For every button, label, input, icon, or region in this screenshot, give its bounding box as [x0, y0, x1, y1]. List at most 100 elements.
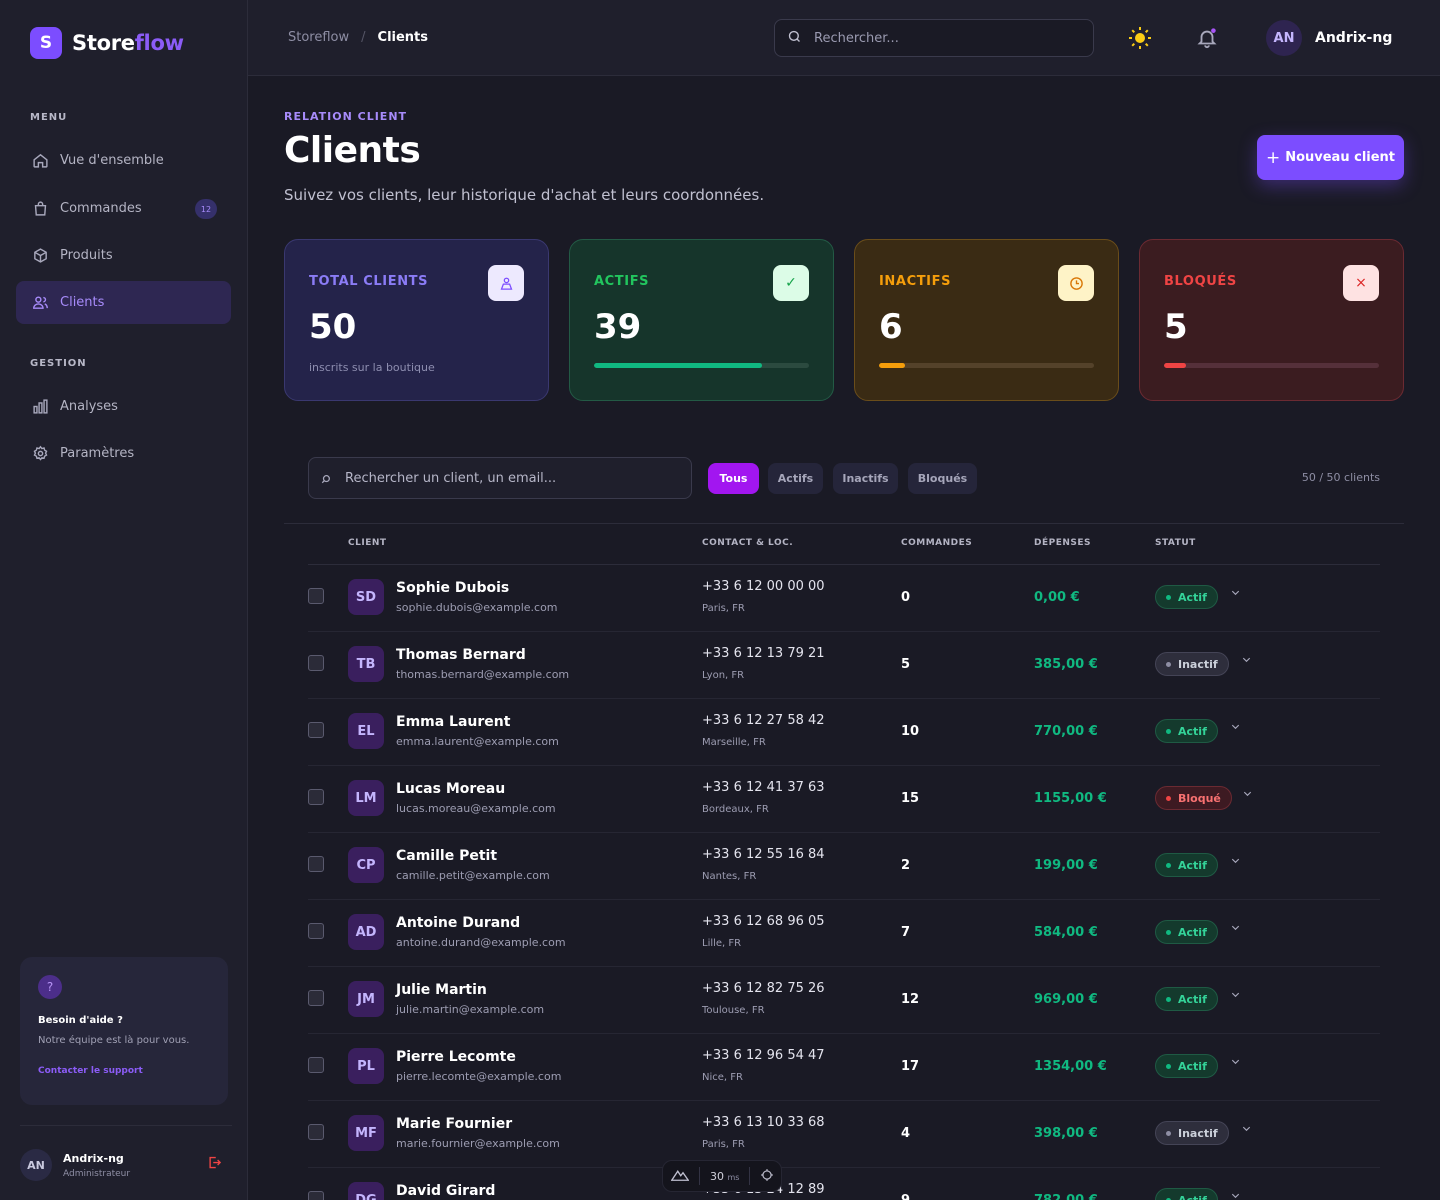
- chevron-down-icon[interactable]: [1230, 855, 1241, 869]
- status-badge[interactable]: Inactif: [1155, 652, 1229, 676]
- chevron-down-icon[interactable]: [1230, 989, 1241, 1003]
- status-label: Actif: [1178, 590, 1207, 604]
- client-name[interactable]: David Girard: [396, 1183, 495, 1199]
- breadcrumb-parent[interactable]: Storeflow: [288, 30, 349, 45]
- column-header-orders[interactable]: COMMANDES: [901, 538, 972, 548]
- row-checkbox[interactable]: [308, 655, 324, 671]
- row-checkbox[interactable]: [308, 990, 324, 1006]
- table-row[interactable]: SD Sophie Dubois sophie.dubois@example.c…: [284, 565, 1404, 632]
- progress-bar: [594, 363, 809, 368]
- row-checkbox[interactable]: [308, 1057, 324, 1073]
- user-menu[interactable]: AN Andrix-ng: [1266, 20, 1392, 56]
- status-badge[interactable]: Actif: [1155, 853, 1218, 877]
- chevron-down-icon[interactable]: [1230, 1056, 1241, 1070]
- client-name[interactable]: Marie Fournier: [396, 1116, 512, 1132]
- sidebar-item-settings[interactable]: Paramètres: [16, 432, 231, 475]
- filter-active[interactable]: Actifs: [768, 463, 823, 494]
- status-badge[interactable]: Actif: [1155, 1054, 1218, 1078]
- status-label: Actif: [1178, 1059, 1207, 1073]
- new-client-label: Nouveau client: [1285, 150, 1396, 165]
- client-name[interactable]: Pierre Lecomte: [396, 1049, 516, 1065]
- client-orders: 17: [901, 1059, 920, 1074]
- column-header-client[interactable]: CLIENT: [348, 538, 387, 548]
- filter-blocked[interactable]: Bloqués: [908, 463, 977, 494]
- row-checkbox[interactable]: [308, 923, 324, 939]
- client-phone: +33 6 12 00 00 00: [702, 579, 825, 594]
- status-badge[interactable]: Actif: [1155, 987, 1218, 1011]
- client-spent: 969,00 €: [1034, 992, 1098, 1007]
- client-name[interactable]: Camille Petit: [396, 848, 497, 864]
- row-checkbox[interactable]: [308, 856, 324, 872]
- client-name[interactable]: Sophie Dubois: [396, 580, 509, 596]
- client-city: Nantes, FR: [702, 871, 757, 882]
- chevron-down-icon[interactable]: [1230, 1190, 1241, 1200]
- chevron-down-icon[interactable]: [1230, 721, 1241, 735]
- column-header-spent[interactable]: DÉPENSES: [1034, 538, 1091, 548]
- status-badge[interactable]: Actif: [1155, 719, 1218, 743]
- table-row[interactable]: JM Julie Martin julie.martin@example.com…: [284, 967, 1404, 1034]
- client-name[interactable]: Julie Martin: [396, 982, 487, 998]
- sidebar-item-overview[interactable]: Vue d'ensemble: [16, 139, 231, 182]
- bell-icon[interactable]: [1194, 25, 1220, 51]
- status-label: Inactif: [1178, 1126, 1218, 1140]
- search-icon: [321, 469, 331, 488]
- client-name[interactable]: Emma Laurent: [396, 714, 510, 730]
- chevron-down-icon[interactable]: [1230, 922, 1241, 936]
- status-dot: [1166, 728, 1171, 734]
- avatar: AN: [1266, 20, 1302, 56]
- status-badge[interactable]: Bloqué: [1155, 786, 1232, 810]
- status-badge[interactable]: Inactif: [1155, 1121, 1229, 1145]
- contact-support-link[interactable]: Contacter le support: [38, 1066, 210, 1076]
- column-header-contact[interactable]: CONTACT & LOC.: [702, 538, 793, 548]
- search-input[interactable]: [814, 30, 1074, 46]
- status-dot: [1166, 1130, 1171, 1136]
- client-city: Marseille, FR: [702, 737, 766, 748]
- table-row[interactable]: AD Antoine Durand antoine.durand@example…: [284, 900, 1404, 967]
- row-checkbox[interactable]: [308, 588, 324, 604]
- row-checkbox[interactable]: [308, 789, 324, 805]
- client-phone: +33 6 12 27 58 42: [702, 713, 825, 728]
- sidebar-item-analytics[interactable]: Analyses: [16, 385, 231, 428]
- stat-card-active: ACTIFS ✓ 39: [569, 239, 834, 401]
- table-row[interactable]: TB Thomas Bernard thomas.bernard@example…: [284, 632, 1404, 699]
- sidebar-item-label: Analyses: [60, 399, 118, 414]
- client-search-input[interactable]: [345, 470, 675, 486]
- new-client-button[interactable]: + Nouveau client: [1257, 135, 1404, 180]
- sidebar-item-orders[interactable]: Commandes 12: [16, 187, 231, 230]
- client-email: camille.petit@example.com: [396, 869, 550, 882]
- status-badge[interactable]: Actif: [1155, 1188, 1218, 1200]
- table-row[interactable]: LM Lucas Moreau lucas.moreau@example.com…: [284, 766, 1404, 833]
- table-row[interactable]: PL Pierre Lecomte pierre.lecomte@example…: [284, 1034, 1404, 1101]
- client-search: [308, 457, 692, 499]
- row-checkbox[interactable]: [308, 1124, 324, 1140]
- row-checkbox[interactable]: [308, 722, 324, 738]
- chevron-down-icon[interactable]: [1241, 1123, 1252, 1137]
- client-city: Paris, FR: [702, 603, 745, 614]
- logout-icon[interactable]: [207, 1155, 222, 1174]
- table-row[interactable]: MF Marie Fournier marie.fournier@example…: [284, 1101, 1404, 1168]
- client-name[interactable]: Thomas Bernard: [396, 647, 526, 663]
- filter-inactive[interactable]: Inactifs: [833, 463, 898, 494]
- client-name[interactable]: Lucas Moreau: [396, 781, 505, 797]
- sun-icon[interactable]: [1127, 25, 1153, 51]
- table-row[interactable]: CP Camille Petit camille.petit@example.c…: [284, 833, 1404, 900]
- help-title: Besoin d'aide ?: [38, 1015, 123, 1026]
- sidebar-item-clients[interactable]: Clients: [16, 281, 231, 324]
- filter-all[interactable]: Tous: [708, 463, 759, 494]
- user-icon: [488, 265, 524, 301]
- chevron-down-icon[interactable]: [1241, 654, 1252, 668]
- status-badge[interactable]: Actif: [1155, 920, 1218, 944]
- page-eyebrow: RELATION CLIENT: [284, 110, 408, 123]
- dev-perf-widget[interactable]: 30 ms: [662, 1160, 782, 1192]
- table-row[interactable]: EL Emma Laurent emma.laurent@example.com…: [284, 699, 1404, 766]
- chevron-down-icon[interactable]: [1230, 587, 1241, 601]
- status-badge[interactable]: Actif: [1155, 585, 1218, 609]
- chevron-down-icon[interactable]: [1242, 788, 1253, 802]
- table-row[interactable]: DG David Girard +33 6 13 24 12 89 9 782,…: [284, 1168, 1404, 1200]
- client-name[interactable]: Antoine Durand: [396, 915, 520, 931]
- column-header-status[interactable]: STATUT: [1155, 538, 1196, 548]
- sidebar-item-products[interactable]: Produits: [16, 234, 231, 277]
- brand[interactable]: S Storeflow: [30, 27, 184, 59]
- sidebar-item-label: Vue d'ensemble: [60, 153, 164, 168]
- row-checkbox[interactable]: [308, 1191, 324, 1200]
